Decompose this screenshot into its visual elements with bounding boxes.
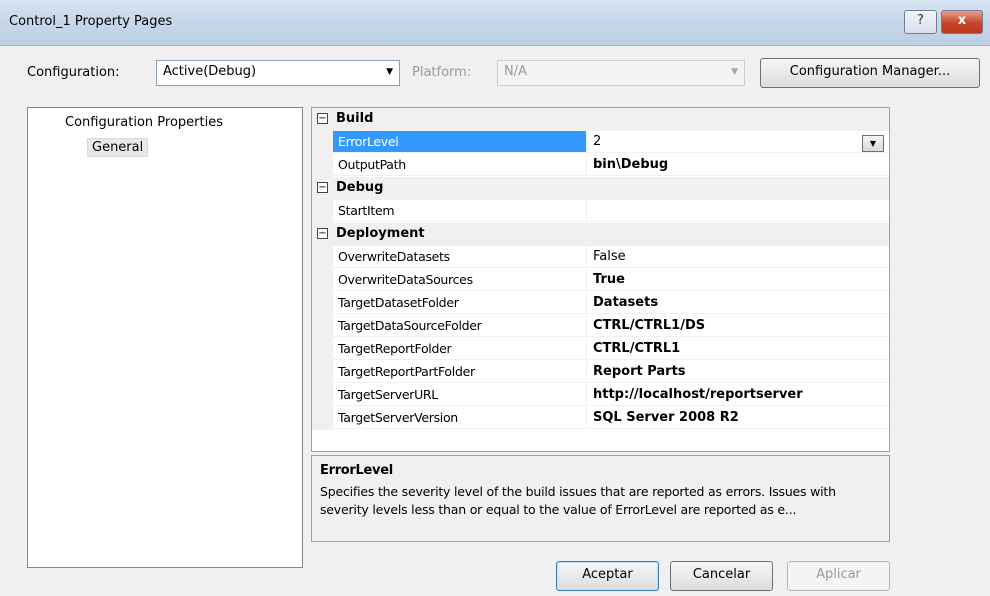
property-row-targetreportfolder[interactable]: TargetReportFolder CTRL/CTRL1 — [312, 338, 889, 361]
property-description-panel: ErrorLevel Specifies the severity level … — [311, 455, 890, 542]
property-row-targetserverversion[interactable]: TargetServerVersion SQL Server 2008 R2 — [312, 407, 889, 430]
property-pages-dialog: Control_1 Property Pages ? x Configurati… — [0, 0, 990, 596]
close-icon: x — [957, 13, 967, 28]
category-deployment[interactable]: − Deployment — [312, 223, 889, 246]
category-label: Debug — [336, 180, 384, 195]
value-dropdown-button[interactable]: ▼ — [862, 135, 884, 152]
property-row-overwritedatasources[interactable]: OverwriteDataSources True — [312, 269, 889, 292]
property-row-targetserverurl[interactable]: TargetServerURL http://localhost/reports… — [312, 384, 889, 407]
property-value[interactable]: False — [588, 246, 889, 268]
configuration-tree: Configuration Properties General — [27, 107, 303, 568]
help-button[interactable]: ? — [904, 10, 937, 34]
property-value[interactable] — [588, 200, 889, 222]
property-value[interactable]: http://localhost/reportserver — [588, 384, 889, 406]
property-row-targetdatasetfolder[interactable]: TargetDatasetFolder Datasets — [312, 292, 889, 315]
chevron-down-icon: ▼ — [869, 139, 877, 148]
property-name: StartItem — [333, 200, 587, 222]
property-value[interactable]: Datasets — [588, 292, 889, 314]
collapse-icon[interactable]: − — [317, 113, 328, 124]
property-row-startitem[interactable]: StartItem — [312, 200, 889, 223]
property-name: TargetDataSourceFolder — [333, 315, 587, 337]
help-icon: ? — [917, 13, 924, 28]
platform-value: N/A — [504, 64, 527, 79]
category-label: Deployment — [336, 226, 425, 241]
property-name: OverwriteDataSources — [333, 269, 587, 291]
property-row-outputpath[interactable]: OutputPath bin\Debug — [312, 154, 889, 177]
property-name: TargetServerVersion — [333, 407, 587, 429]
window-title: Control_1 Property Pages — [9, 14, 173, 29]
property-row-errorlevel[interactable]: ErrorLevel 2 ▼ — [312, 131, 889, 154]
configuration-manager-button[interactable]: Configuration Manager... — [760, 58, 980, 88]
category-debug[interactable]: − Debug — [312, 177, 889, 200]
property-row-targetreportpartfolder[interactable]: TargetReportPartFolder Report Parts — [312, 361, 889, 384]
platform-combo[interactable]: N/A ▼ — [497, 60, 745, 86]
property-grid: − Build ErrorLevel 2 ▼ OutputPath bin\De… — [311, 107, 890, 452]
property-value[interactable]: bin\Debug — [588, 154, 889, 176]
collapse-icon[interactable]: − — [317, 228, 328, 239]
property-value[interactable]: Report Parts — [588, 361, 889, 383]
property-name: ErrorLevel — [333, 131, 587, 153]
category-label: Build — [336, 111, 374, 126]
property-value[interactable]: SQL Server 2008 R2 — [588, 407, 889, 429]
property-row-overwritedatasets[interactable]: OverwriteDatasets False — [312, 246, 889, 269]
description-text: Specifies the severity level of the buil… — [320, 484, 836, 517]
configuration-value: Active(Debug) — [163, 64, 257, 79]
apply-button[interactable]: Aplicar — [787, 561, 890, 591]
description-title: ErrorLevel — [320, 463, 393, 478]
platform-label: Platform: — [412, 65, 472, 80]
property-value[interactable]: CTRL/CTRL1 — [588, 338, 889, 360]
close-button[interactable]: x — [941, 10, 983, 34]
cancel-button[interactable]: Cancelar — [670, 561, 773, 591]
property-name: TargetReportPartFolder — [333, 361, 587, 383]
collapse-icon[interactable]: − — [317, 182, 328, 193]
property-row-targetdatasourcefolder[interactable]: TargetDataSourceFolder CTRL/CTRL1/DS — [312, 315, 889, 338]
property-name: TargetReportFolder — [333, 338, 587, 360]
configuration-label: Configuration: — [27, 65, 120, 80]
accept-button[interactable]: Aceptar — [556, 561, 659, 591]
configuration-combo[interactable]: Active(Debug) ▼ — [156, 60, 400, 86]
tree-item-configuration-properties[interactable]: Configuration Properties — [65, 115, 223, 130]
property-name: OutputPath — [333, 154, 587, 176]
category-build[interactable]: − Build — [312, 108, 889, 131]
tree-item-general[interactable]: General — [87, 138, 149, 157]
property-name: OverwriteDatasets — [333, 246, 587, 268]
property-value[interactable]: True — [588, 269, 889, 291]
title-bar: Control_1 Property Pages ? x — [0, 0, 990, 46]
chevron-down-icon: ▼ — [731, 67, 738, 77]
property-name: TargetDatasetFolder — [333, 292, 587, 314]
property-value[interactable]: 2 — [588, 131, 889, 153]
chevron-down-icon: ▼ — [386, 67, 393, 77]
property-name: TargetServerURL — [333, 384, 587, 406]
property-value[interactable]: CTRL/CTRL1/DS — [588, 315, 889, 337]
